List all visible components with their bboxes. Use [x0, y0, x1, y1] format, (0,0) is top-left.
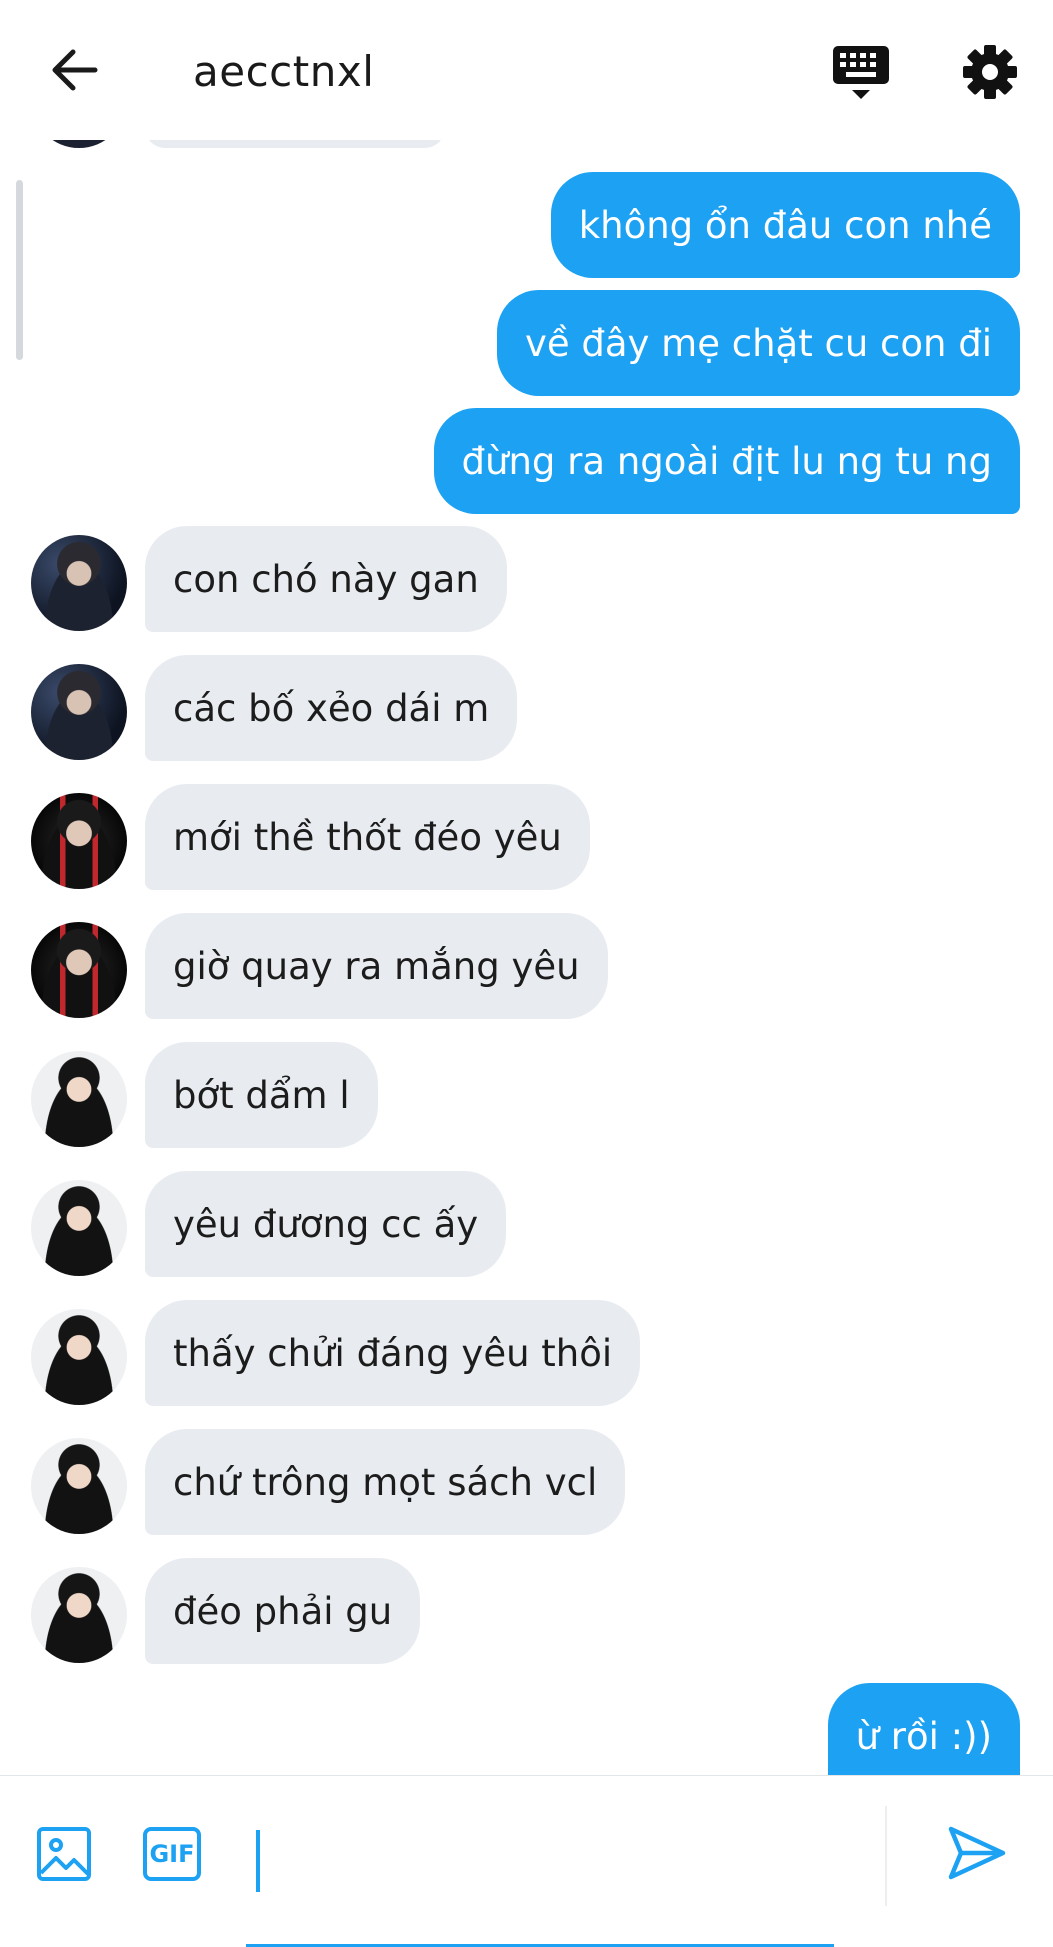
message-text: các bố xẻo dái m: [173, 686, 490, 730]
settings-button[interactable]: [960, 42, 1020, 102]
message-input-container[interactable]: [246, 1806, 834, 1947]
avatar[interactable]: [31, 1567, 127, 1663]
message-text: bớt dẩm l: [173, 1073, 350, 1117]
message-text: về đây mẹ chặt cu con đi: [524, 321, 992, 365]
send-button[interactable]: [945, 1821, 1009, 1885]
avatar[interactable]: [31, 793, 127, 889]
chat-header: aecctnxl: [0, 0, 1053, 140]
message-text: ừ rồi :)): [855, 1714, 992, 1758]
message-text: chứ trông mọt sách vcl: [173, 1460, 598, 1504]
message-text: đừng ra ngoài địt lu ng tu ng: [461, 439, 992, 483]
message-input[interactable]: [246, 1806, 834, 1908]
avatar[interactable]: [31, 535, 127, 631]
avatar[interactable]: [31, 1051, 127, 1147]
gif-button[interactable]: GIF: [143, 1827, 201, 1881]
gif-label: GIF: [149, 1840, 195, 1868]
message-text: mới thề thốt đéo yêu: [173, 815, 562, 859]
message-composer: GIF: [0, 1775, 1053, 1947]
avatar[interactable]: [31, 664, 127, 760]
divider: [885, 1806, 887, 1906]
message-text: đéo phải gu: [173, 1589, 393, 1633]
keyboard-button[interactable]: [830, 40, 892, 104]
message-bubble-incoming: mới thề thốt đéo yêu: [145, 784, 590, 890]
message-bubble-outgoing: ừ rồi :)): [827, 1683, 1020, 1775]
image-icon: [36, 1827, 92, 1886]
avatar[interactable]: [31, 1309, 127, 1405]
avatar[interactable]: [31, 1180, 127, 1276]
message-bubble-outgoing: không ổn đâu con nhé: [550, 172, 1020, 278]
keyboard-icon: [830, 46, 892, 108]
message-text: giờ quay ra mắng yêu: [173, 944, 580, 988]
message-bubble-outgoing: về đây mẹ chặt cu con đi: [496, 290, 1020, 396]
message-bubble-incoming: con chó này gan: [145, 526, 507, 632]
back-button[interactable]: [42, 40, 106, 104]
message-bubble-incoming: giờ quay ra mắng yêu: [145, 913, 608, 1019]
message-bubble-incoming: bớt dẩm l: [145, 1042, 378, 1148]
conversation-area: không ổn đâu con nhé về đây mẹ chặt cu c…: [0, 0, 1053, 1775]
arrow-left-icon: [49, 48, 99, 96]
gear-icon: [960, 45, 1020, 106]
message-bubble-incoming: các bố xẻo dái m: [145, 655, 518, 761]
avatar[interactable]: [31, 922, 127, 1018]
message-bubble-outgoing: đừng ra ngoài địt lu ng tu ng: [433, 408, 1020, 514]
message-text: yêu đương cc ấy: [173, 1202, 479, 1246]
add-image-button[interactable]: [36, 1826, 92, 1882]
avatar[interactable]: [31, 1438, 127, 1534]
message-bubble-incoming: yêu đương cc ấy: [145, 1171, 507, 1277]
message-text: con chó này gan: [173, 557, 479, 601]
message-bubble-incoming: chứ trông mọt sách vcl: [145, 1429, 626, 1535]
scrollbar[interactable]: [16, 180, 23, 360]
message-bubble-incoming: đéo phải gu: [145, 1558, 421, 1664]
message-text: thấy chửi đáng yêu thôi: [173, 1331, 613, 1375]
page-title[interactable]: aecctnxl: [193, 44, 374, 100]
send-icon: [945, 1826, 1009, 1889]
message-text: không ổn đâu con nhé: [578, 203, 992, 247]
message-bubble-incoming: thấy chửi đáng yêu thôi: [145, 1300, 641, 1406]
